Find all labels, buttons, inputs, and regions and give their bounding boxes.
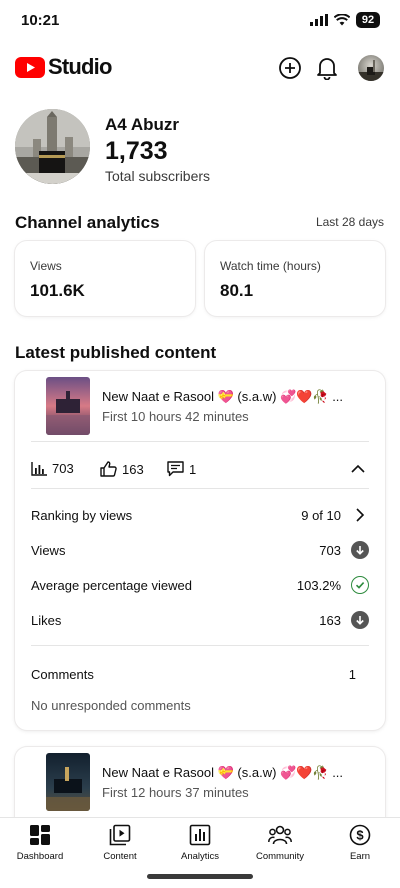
stat-label: Views xyxy=(30,259,62,273)
create-button[interactable] xyxy=(276,54,304,82)
likes-row: Likes 163 xyxy=(31,610,369,630)
app-name: Studio xyxy=(48,54,112,79)
subscriber-count: 1,733 xyxy=(105,137,168,165)
detail-label: Views xyxy=(31,542,66,558)
detail-label: Likes xyxy=(31,612,62,628)
nav-label: Dashboard xyxy=(16,851,64,862)
app-header: Studio xyxy=(0,50,400,86)
account-avatar[interactable] xyxy=(358,55,384,81)
signal-icon xyxy=(310,14,328,26)
dashboard-icon xyxy=(30,825,50,845)
video-title[interactable]: New Naat e Rasool 💝 (s.a.w) 💞❤️🥀 ... xyxy=(102,389,343,405)
thumbnail-image xyxy=(46,377,90,435)
create-icon xyxy=(279,57,301,79)
wifi-icon xyxy=(334,14,350,26)
stat-value: 80.1 xyxy=(220,281,254,300)
nav-label: Content xyxy=(103,851,137,862)
nav-label: Community xyxy=(255,851,305,862)
analytics-period: Last 28 days xyxy=(315,215,384,229)
detail-value: 103.2% xyxy=(296,577,341,593)
nav-community[interactable]: Community xyxy=(240,824,320,862)
video-thumbnail[interactable] xyxy=(46,753,90,811)
nav-dashboard[interactable]: Dashboard xyxy=(0,824,80,862)
subscriber-label: Total subscribers xyxy=(105,168,211,184)
divider xyxy=(31,488,369,489)
svg-text:$: $ xyxy=(356,828,364,843)
comment-icon xyxy=(167,461,184,477)
detail-value: 163 xyxy=(319,612,341,628)
status-icons: 92 xyxy=(310,12,380,28)
status-time: 10:21 xyxy=(21,12,60,29)
stat-label: Watch time (hours) xyxy=(220,259,321,273)
comments-count: 1 xyxy=(189,461,197,477)
channel-analytics-title: Channel analytics xyxy=(15,213,160,232)
likes-metric: 163 xyxy=(100,461,144,477)
views-metric: 703 xyxy=(31,461,74,476)
notifications-icon xyxy=(317,58,337,80)
collapse-button[interactable] xyxy=(349,459,367,477)
channel-avatar-image xyxy=(15,109,90,184)
channel-name: A4 Abuzr xyxy=(105,115,179,134)
check-circle-icon xyxy=(351,576,369,594)
content-icon xyxy=(109,824,131,846)
home-indicator xyxy=(147,874,253,879)
views-row: Views 703 xyxy=(31,540,369,560)
stat-value: 101.6K xyxy=(30,281,85,300)
views-card[interactable]: Views 101.6K xyxy=(15,241,195,316)
comments-metric: 1 xyxy=(167,461,196,477)
status-bar: 10:21 92 xyxy=(0,0,400,44)
thumbnail-image xyxy=(46,753,90,811)
battery-indicator: 92 xyxy=(356,12,380,28)
chevron-up-icon xyxy=(351,464,365,473)
likes-count: 163 xyxy=(122,461,144,477)
latest-content-title: Latest published content xyxy=(15,343,217,362)
arrow-down-circle-icon xyxy=(351,611,369,629)
nav-label: Earn xyxy=(349,851,371,862)
earn-icon: $ xyxy=(349,824,371,846)
community-icon xyxy=(268,825,292,845)
channel-avatar[interactable] xyxy=(15,109,90,184)
video-subtitle: First 10 hours 42 minutes xyxy=(102,409,249,424)
divider xyxy=(31,645,369,646)
notifications-button[interactable] xyxy=(313,54,341,82)
nav-analytics[interactable]: Analytics xyxy=(160,824,240,862)
analytics-bars-icon xyxy=(31,461,47,476)
comments-label: Comments xyxy=(31,666,94,682)
views-count: 703 xyxy=(52,461,74,476)
detail-value: 9 of 10 xyxy=(301,507,341,523)
analytics-icon xyxy=(189,824,211,846)
nav-content[interactable]: Content xyxy=(80,824,160,862)
detail-label: Ranking by views xyxy=(31,507,133,523)
youtube-play-icon xyxy=(15,56,45,78)
video-title[interactable]: New Naat e Rasool 💝 (s.a.w) 💞❤️🥀 ... xyxy=(102,765,343,781)
ranking-row[interactable]: Ranking by views 9 of 10 xyxy=(31,505,369,525)
detail-value: 703 xyxy=(319,542,341,558)
chevron-right-icon xyxy=(356,508,365,522)
comments-row[interactable]: Comments 1 xyxy=(31,664,356,684)
arrow-down-circle-icon xyxy=(351,541,369,559)
watch-time-card[interactable]: Watch time (hours) 80.1 xyxy=(205,241,385,316)
detail-label: Average percentage viewed xyxy=(31,577,192,593)
avatar-image xyxy=(358,60,384,81)
nav-earn[interactable]: $ Earn xyxy=(320,824,400,862)
studio-logo[interactable]: Studio xyxy=(15,54,112,80)
avg-viewed-row: Average percentage viewed 103.2% xyxy=(31,575,369,595)
like-icon xyxy=(100,461,117,477)
nav-label: Analytics xyxy=(180,851,219,862)
divider xyxy=(31,441,369,442)
comments-note: No unresponded comments xyxy=(31,698,191,713)
video-subtitle: First 12 hours 37 minutes xyxy=(102,785,249,800)
video-thumbnail[interactable] xyxy=(46,377,90,435)
comments-value: 1 xyxy=(348,666,356,682)
